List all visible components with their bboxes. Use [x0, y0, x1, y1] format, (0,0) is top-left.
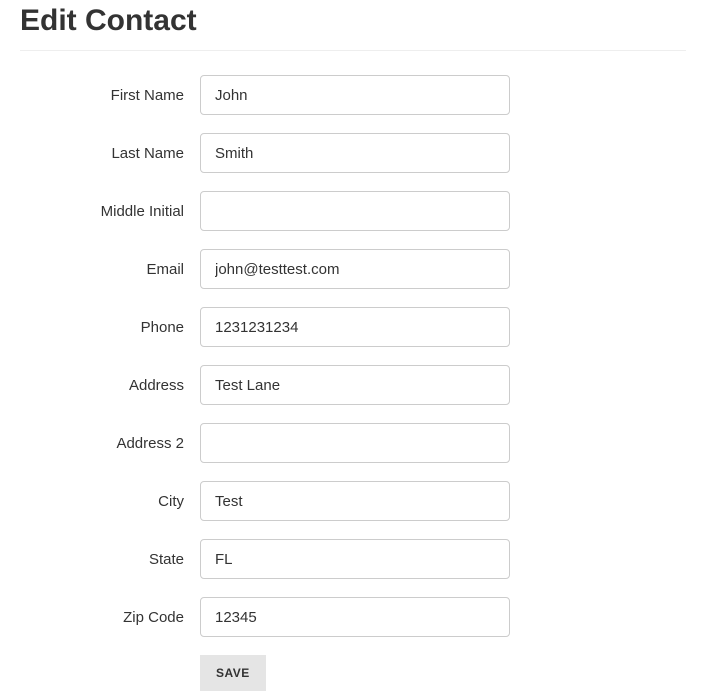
label-last-name: Last Name [20, 145, 200, 162]
row-phone: Phone [20, 307, 686, 347]
row-email: Email [20, 249, 686, 289]
row-first-name: First Name [20, 75, 686, 115]
middle-initial-input[interactable] [200, 191, 510, 231]
row-middle-initial: Middle Initial [20, 191, 686, 231]
last-name-input[interactable] [200, 133, 510, 173]
row-zip: Zip Code [20, 597, 686, 637]
label-address2: Address 2 [20, 435, 200, 452]
city-input[interactable] [200, 481, 510, 521]
row-last-name: Last Name [20, 133, 686, 173]
button-spacer [20, 655, 200, 691]
label-city: City [20, 493, 200, 510]
first-name-input[interactable] [200, 75, 510, 115]
row-city: City [20, 481, 686, 521]
label-state: State [20, 551, 200, 568]
row-address: Address [20, 365, 686, 405]
row-state: State [20, 539, 686, 579]
zip-input[interactable] [200, 597, 510, 637]
email-input[interactable] [200, 249, 510, 289]
label-phone: Phone [20, 319, 200, 336]
address-input[interactable] [200, 365, 510, 405]
label-first-name: First Name [20, 87, 200, 104]
label-middle-initial: Middle Initial [20, 203, 200, 220]
page-title: Edit Contact [20, 0, 686, 38]
label-address: Address [20, 377, 200, 394]
divider [20, 50, 686, 51]
phone-input[interactable] [200, 307, 510, 347]
label-zip: Zip Code [20, 609, 200, 626]
state-input[interactable] [200, 539, 510, 579]
label-email: Email [20, 261, 200, 278]
row-address2: Address 2 [20, 423, 686, 463]
button-row: SAVE [20, 655, 686, 691]
save-button[interactable]: SAVE [200, 655, 266, 691]
address2-input[interactable] [200, 423, 510, 463]
